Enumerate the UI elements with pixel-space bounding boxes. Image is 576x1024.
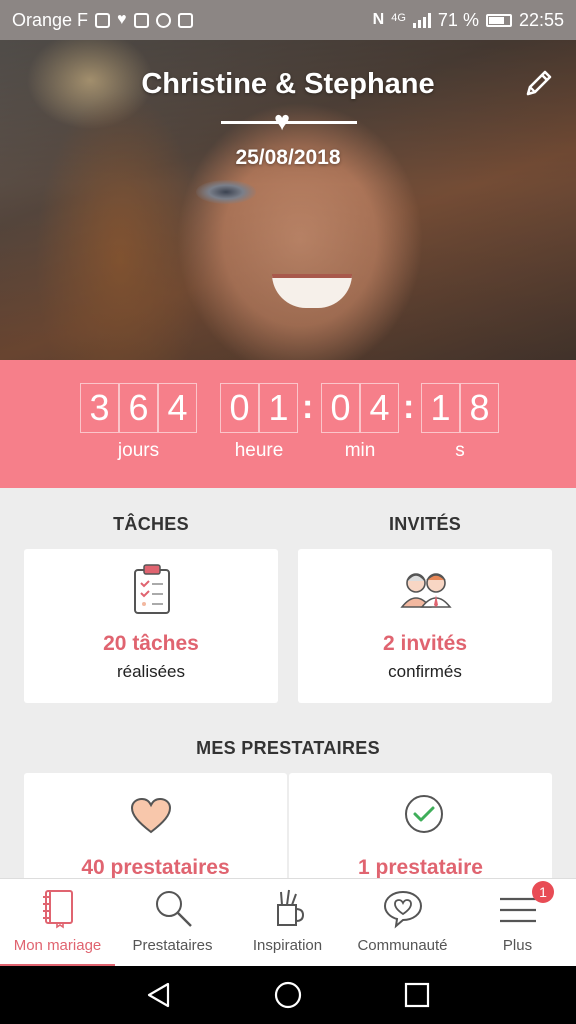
countdown-digit: 0 [220, 383, 259, 433]
countdown-days: 3 6 4 [80, 383, 197, 433]
countdown-seconds-label: s [455, 440, 465, 461]
countdown-digit: 4 [158, 383, 197, 433]
nav-prestataires[interactable]: Prestataires [115, 879, 230, 967]
providers-favorite-card[interactable]: 40 prestataires [24, 773, 287, 883]
countdown-digit: 0 [321, 383, 360, 433]
health-icon: ♥ [117, 11, 127, 28]
status-bar: Orange F ♥ N 4G 71 % 22:55 [0, 0, 576, 40]
countdown-separator: : [302, 388, 314, 426]
battery-icon [485, 13, 512, 27]
nav-label: Plus [502, 937, 533, 954]
heart-icon: ♥ [274, 106, 291, 136]
countdown-banner: 3 6 4 0 1 : 0 4 : 1 8 jours heure min s [0, 360, 576, 488]
pinterest-icon [155, 12, 171, 28]
mail-icon [177, 12, 193, 28]
hero-cover-photo[interactable]: Christine & Stephane ♥ 25/08/2018 [0, 40, 576, 360]
countdown-digit: 1 [259, 383, 298, 433]
clipboard-icon [134, 564, 170, 614]
providers-booked-count: 1 prestataire [358, 856, 483, 879]
carrier-name: Orange F [12, 9, 89, 30]
providers-section-title: MES PRESTATAIRES [196, 738, 380, 758]
back-icon[interactable] [144, 980, 174, 1010]
wedding-date: 25/08/2018 [235, 146, 341, 169]
notification-badge: 1 [532, 881, 554, 903]
cover-photo-detail [196, 180, 256, 204]
edit-pencil-icon[interactable] [522, 66, 556, 100]
guests-sub: confirmés [388, 662, 462, 681]
nav-label: Communauté [357, 937, 448, 954]
guests-section-title: INVITÉS [388, 514, 462, 534]
battery-percent: 71 % [437, 9, 479, 30]
tasks-section-title: TÂCHES [113, 514, 189, 534]
countdown-digit: 1 [421, 383, 460, 433]
providers-favorite-count: 40 prestataires [81, 856, 230, 879]
countdown-digit: 8 [460, 383, 499, 433]
countdown-digit: 3 [80, 383, 119, 433]
bottom-navigation: Mon mariage Prestataires Inspiration Com… [0, 878, 576, 967]
nav-inspiration[interactable]: Inspiration [230, 879, 345, 967]
countdown-minutes-label: min [344, 440, 376, 461]
notebook-icon [43, 890, 73, 929]
nav-mon-mariage[interactable]: Mon mariage [0, 879, 115, 967]
guests-count: 2 invités [382, 632, 468, 655]
countdown-days-label: jours [117, 440, 160, 461]
nav-label: Inspiration [252, 937, 323, 954]
countdown-seconds: 1 8 [421, 383, 499, 433]
chat-heart-icon [383, 890, 423, 929]
countdown-digit: 6 [119, 383, 158, 433]
countdown-digit: 4 [360, 383, 399, 433]
nav-plus[interactable]: 1 Plus [460, 879, 575, 967]
notification-icon [95, 12, 111, 28]
couple-names: Christine & Stephane [141, 68, 435, 100]
tasks-card[interactable]: 20 tâches réalisées [24, 549, 278, 703]
countdown-hours: 0 1 [220, 383, 298, 433]
countdown-hours-label: heure [234, 440, 284, 461]
check-circle-icon [405, 795, 443, 833]
system-navigation-bar [0, 966, 576, 1024]
download-icon [133, 12, 149, 28]
guests-card[interactable]: 2 invités confirmés [298, 549, 552, 703]
providers-booked-card[interactable]: 1 prestataire [289, 773, 552, 883]
home-icon[interactable] [273, 980, 303, 1010]
cover-photo-detail-mouth [272, 274, 352, 308]
countdown-minutes: 0 4 [321, 383, 399, 433]
nav-label: Prestataires [132, 937, 213, 954]
clock: 22:55 [518, 9, 564, 30]
signal-icon [412, 12, 431, 28]
tasks-count: 20 tâches [103, 632, 199, 655]
nav-communaute[interactable]: Communauté [345, 879, 460, 967]
search-icon [156, 891, 192, 927]
countdown-separator: : [403, 388, 415, 426]
brush-cup-icon [277, 889, 305, 926]
guests-icon [400, 573, 452, 608]
tasks-sub: réalisées [116, 662, 186, 681]
nfc-icon: N [372, 11, 385, 28]
nav-label: Mon mariage [13, 937, 102, 954]
recents-icon[interactable] [402, 980, 432, 1010]
network-type: 4G [391, 11, 406, 24]
heart-icon [130, 797, 172, 834]
